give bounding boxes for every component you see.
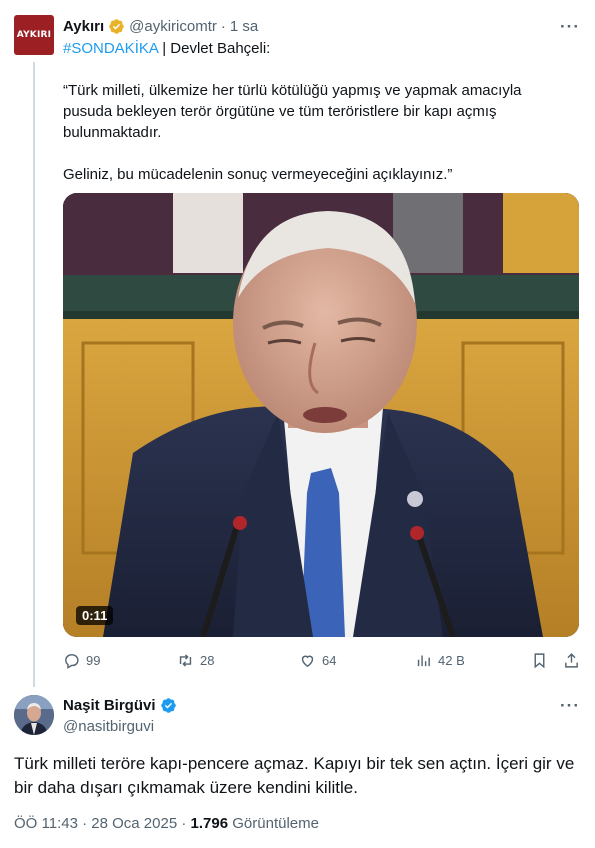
views-button[interactable]: 42 B xyxy=(415,652,465,669)
quote-paragraph-2: Geliniz, bu mücadelenin sonuç vermeyeceğ… xyxy=(63,166,453,183)
more-icon[interactable]: ··· xyxy=(560,696,580,716)
reply-button[interactable]: 99 xyxy=(63,652,100,669)
date[interactable]: 28 Oca 2025 xyxy=(91,815,177,832)
like-count: 64 xyxy=(322,653,337,668)
separator-dot: · xyxy=(181,815,187,832)
views-count: 42 B xyxy=(438,653,465,668)
retweet-button[interactable]: 28 xyxy=(177,652,214,669)
view-count: 1.796 xyxy=(190,815,229,832)
author-name[interactable]: Naşit Birgüvi xyxy=(63,697,156,714)
view-label: Görüntüleme xyxy=(232,815,319,832)
avatar[interactable] xyxy=(14,695,54,735)
retweet-count: 28 xyxy=(200,653,215,668)
bookmark-button[interactable] xyxy=(531,652,548,669)
share-button[interactable] xyxy=(563,652,580,669)
video-duration: 0:11 xyxy=(76,606,114,625)
avatar[interactable]: AYKIRI xyxy=(14,15,54,55)
hashtag-link[interactable]: #SONDAKİKA xyxy=(63,40,158,57)
views-icon xyxy=(417,655,430,667)
timestamp[interactable]: ÖÖ 11:43 xyxy=(14,815,78,832)
author-handle[interactable]: @nasitbirguvi xyxy=(63,718,154,735)
video-frame-image xyxy=(63,193,579,637)
tweet-headline: #SONDAKİKA | Devlet Bahçeli: xyxy=(63,40,270,57)
like-button[interactable]: 64 xyxy=(299,652,336,669)
separator-dot: · xyxy=(220,18,226,35)
tweet-header: Naşit Birgüvi xyxy=(63,697,181,714)
verified-icon xyxy=(109,19,124,34)
quote-paragraph-1: “Türk milleti, ülkemize her türlü kötülü… xyxy=(63,82,522,141)
tweet-body: Türk milleti teröre kapı-pencere açmaz. … xyxy=(14,754,575,797)
like-icon xyxy=(301,655,314,668)
timestamp[interactable]: 1 sa xyxy=(230,18,258,35)
tweet-meta: ÖÖ 11:43 · 28 Oca 2025 · 1.796 Görüntüle… xyxy=(14,815,319,832)
video-player[interactable] xyxy=(63,193,579,637)
reply-icon xyxy=(65,654,79,669)
bookmark-icon xyxy=(534,653,545,669)
separator-dot: · xyxy=(82,815,88,832)
verified-icon xyxy=(160,698,176,713)
more-icon[interactable]: ··· xyxy=(560,17,580,37)
avatar-logo-text: AYKIRI xyxy=(16,30,52,40)
share-icon xyxy=(565,653,578,668)
headline-text: | Devlet Bahçeli: xyxy=(162,40,271,57)
avatar-image xyxy=(14,695,54,735)
reply-count: 99 xyxy=(86,653,101,668)
tweet-body: “Türk milleti, ülkemize her türlü kötülü… xyxy=(63,80,563,185)
tweet-header: Aykırı @aykiricomtr · 1 sa xyxy=(63,18,258,35)
action-bar: 99 28 64 42 B xyxy=(63,652,583,672)
author-name[interactable]: Aykırı xyxy=(63,18,104,35)
thread-connector xyxy=(33,62,35,687)
retweet-icon xyxy=(179,654,192,667)
author-handle[interactable]: @aykiricomtr xyxy=(129,18,217,35)
